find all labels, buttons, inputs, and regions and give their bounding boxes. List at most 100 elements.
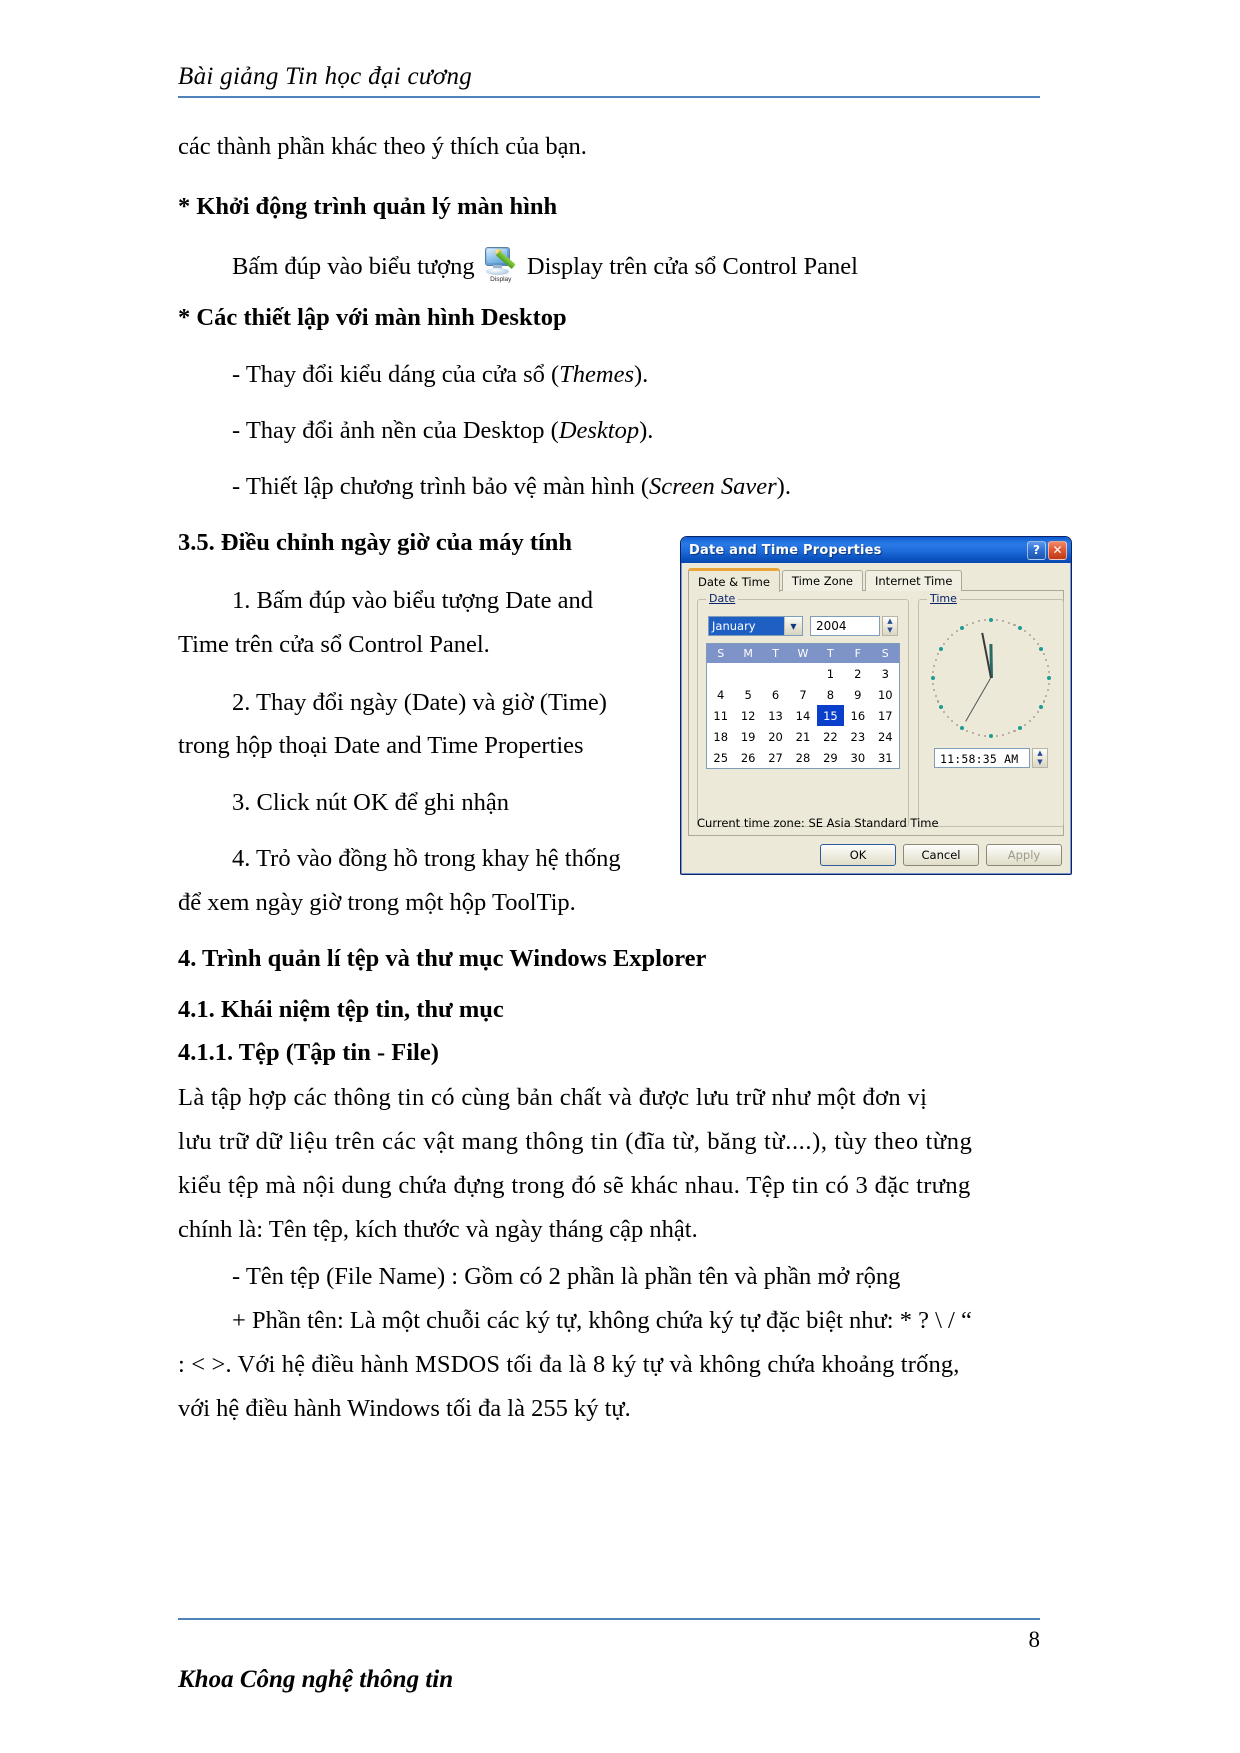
calendar-day[interactable]: 28 [789,747,816,768]
dialog-footer: OK Cancel Apply [681,836,1071,874]
calendar-day[interactable]: 10 [872,684,899,705]
para-file-line-3: kiểu tệp mà nội dung chứa đựng trong đó … [178,1172,971,1199]
calendar-day[interactable]: 7 [789,684,816,705]
calendar-day[interactable]: 23 [844,726,871,747]
clock-tick-dot [1028,633,1031,636]
bullet-themes-post: ). [634,361,649,388]
header-title: Bài giảng Tin học đại cương [178,63,473,90]
calendar-day[interactable]: 12 [734,705,761,726]
tab-internet-time[interactable]: Internet Time [865,570,963,591]
clock-tick-dot [1045,658,1048,662]
calendar-week-row: 11 12 13 14 15 16 17 [707,705,899,726]
chevron-down-icon[interactable]: ▼ [887,627,892,634]
month-dropdown[interactable]: January ▼ [708,616,803,636]
clock-tick-dot [1001,620,1005,623]
calendar-day[interactable]: 30 [844,747,871,768]
bullet-desktop-pre: - Thay đổi ảnh nền của Desktop ( [232,417,559,444]
para-file-line-1: Là tập hợp các thông tin có cùng bản chấ… [178,1084,928,1111]
clock-tick-dot [938,704,943,710]
clock-tick-dot [936,653,940,656]
para-name-line-4: với hệ điều hành Windows tối đa là 255 k… [178,1395,631,1422]
calendar-week-row: 25 26 27 28 29 30 31 [707,747,899,768]
page-number: 8 [1028,1627,1041,1652]
calendar-day[interactable]: 18 [707,726,734,747]
calendar-day[interactable]: 8 [817,684,844,705]
calendar-day[interactable] [789,663,816,684]
calendar-week-row: 4 5 6 7 8 9 10 [707,684,899,705]
calendar-day[interactable]: 19 [734,726,761,747]
cancel-button[interactable]: Cancel [903,844,979,866]
time-spin-arrows[interactable]: ▲ ▼ [1032,748,1048,768]
clock-tick-dot [1046,688,1049,692]
clock-tick-dot [966,729,969,733]
clock-tick-dot [971,621,975,624]
calendar-day[interactable]: 20 [762,726,789,747]
dialog-titlebar[interactable]: Date and Time Properties ? ✕ [681,537,1071,563]
para-name-line-3: : < >. Với hệ điều hành MSDOS tối đa là … [178,1351,960,1378]
time-value[interactable]: 11:58:35 AM [934,748,1030,768]
calendar-day[interactable]: 11 [707,705,734,726]
calendar-day[interactable]: 13 [762,705,789,726]
clock-tick-dot [1047,682,1050,686]
tab-time-zone[interactable]: Time Zone [781,570,863,591]
clock-tick-dot [1001,733,1005,736]
footer-rule [178,1618,1040,1620]
clock-second-hand [965,677,992,722]
calendar-day[interactable]: 2 [844,663,871,684]
calendar-body: 1 2 3 4 5 6 7 8 9 10 11 12 13 14 15 16 1… [707,663,899,768]
ok-button[interactable]: OK [820,844,896,866]
date-and-time-properties-dialog[interactable]: Date and Time Properties ? ✕ Date & Time… [680,536,1072,875]
bullet-desktop-post: ). [639,417,654,444]
chevron-down-icon[interactable]: ▼ [784,617,802,635]
clock-tick-dot [1033,638,1036,641]
calendar-day[interactable]: 3 [872,663,899,684]
clock-tick-dot [1036,710,1039,714]
year-value[interactable]: 2004 [810,616,880,636]
calendar-day[interactable]: 17 [872,705,899,726]
chevron-up-icon[interactable]: ▲ [1037,750,1042,757]
clock-tick-dot [959,625,965,630]
clock-tick-dot [1039,646,1044,652]
calendar-day[interactable]: 27 [762,747,789,768]
calendar-day[interactable]: 6 [762,684,789,705]
heading-tep: 4.1.1. Tệp (Tập tin - File) [178,1039,439,1066]
calendar-day[interactable] [707,663,734,684]
dialog-body: Date & Time Time Zone Internet Time Date… [681,563,1071,874]
time-stepper[interactable]: 11:58:35 AM ▲ ▼ [934,748,1048,768]
close-icon[interactable]: ✕ [1048,540,1067,560]
calendar-day[interactable]: 25 [707,747,734,768]
year-stepper[interactable]: 2004 ▲ ▼ [810,616,898,636]
calendar-day[interactable]: 29 [817,747,844,768]
calendar-day[interactable]: 22 [817,726,844,747]
calendar-day[interactable]: 16 [844,705,871,726]
calendar-day-selected[interactable]: 15 [816,705,845,726]
bullet-themes-pre: - Thay đổi kiểu dáng của cửa sổ ( [232,361,560,388]
chevron-down-icon[interactable]: ▼ [1037,759,1042,766]
step-2-line-2: trong hộp thoại Date and Time Properties [178,732,584,759]
calendar-day[interactable] [734,663,761,684]
calendar-day[interactable]: 24 [872,726,899,747]
help-icon[interactable]: ? [1027,540,1046,560]
bullet-themes-ital: Themes [559,361,634,388]
calendar-day[interactable]: 14 [789,705,816,726]
tab-date-and-time[interactable]: Date & Time [688,568,780,592]
calendar-day[interactable]: 4 [707,684,734,705]
calendar-day[interactable]: 1 [817,663,844,684]
calendar-day[interactable]: 26 [734,747,761,768]
calendar-day[interactable]: 5 [734,684,761,705]
current-timezone-text: Current time zone: SE Asia Standard Time [697,816,939,830]
chevron-up-icon[interactable]: ▲ [887,618,892,625]
calendar-day[interactable]: 31 [872,747,899,768]
calendar[interactable]: S M T W T F S 1 2 3 4 5 6 7 8 9 10 11 12… [706,643,900,769]
calendar-day[interactable] [762,663,789,684]
clock-tick-dot [1036,642,1039,645]
heading-cac-thiet-lap: * Các thiết lập với màn hình Desktop [178,304,567,331]
calendar-day[interactable]: 21 [789,726,816,747]
year-spin-arrows[interactable]: ▲ ▼ [882,616,898,636]
calendar-day[interactable]: 9 [844,684,871,705]
apply-button[interactable]: Apply [986,844,1062,866]
clock-tick-dot [1028,720,1031,723]
clock-tick-dot [959,726,965,731]
calendar-header-row: S M T W T F S [707,644,899,663]
step-2-line-1: 2. Thay đổi ngày (Date) và giờ (Time) [232,689,607,716]
